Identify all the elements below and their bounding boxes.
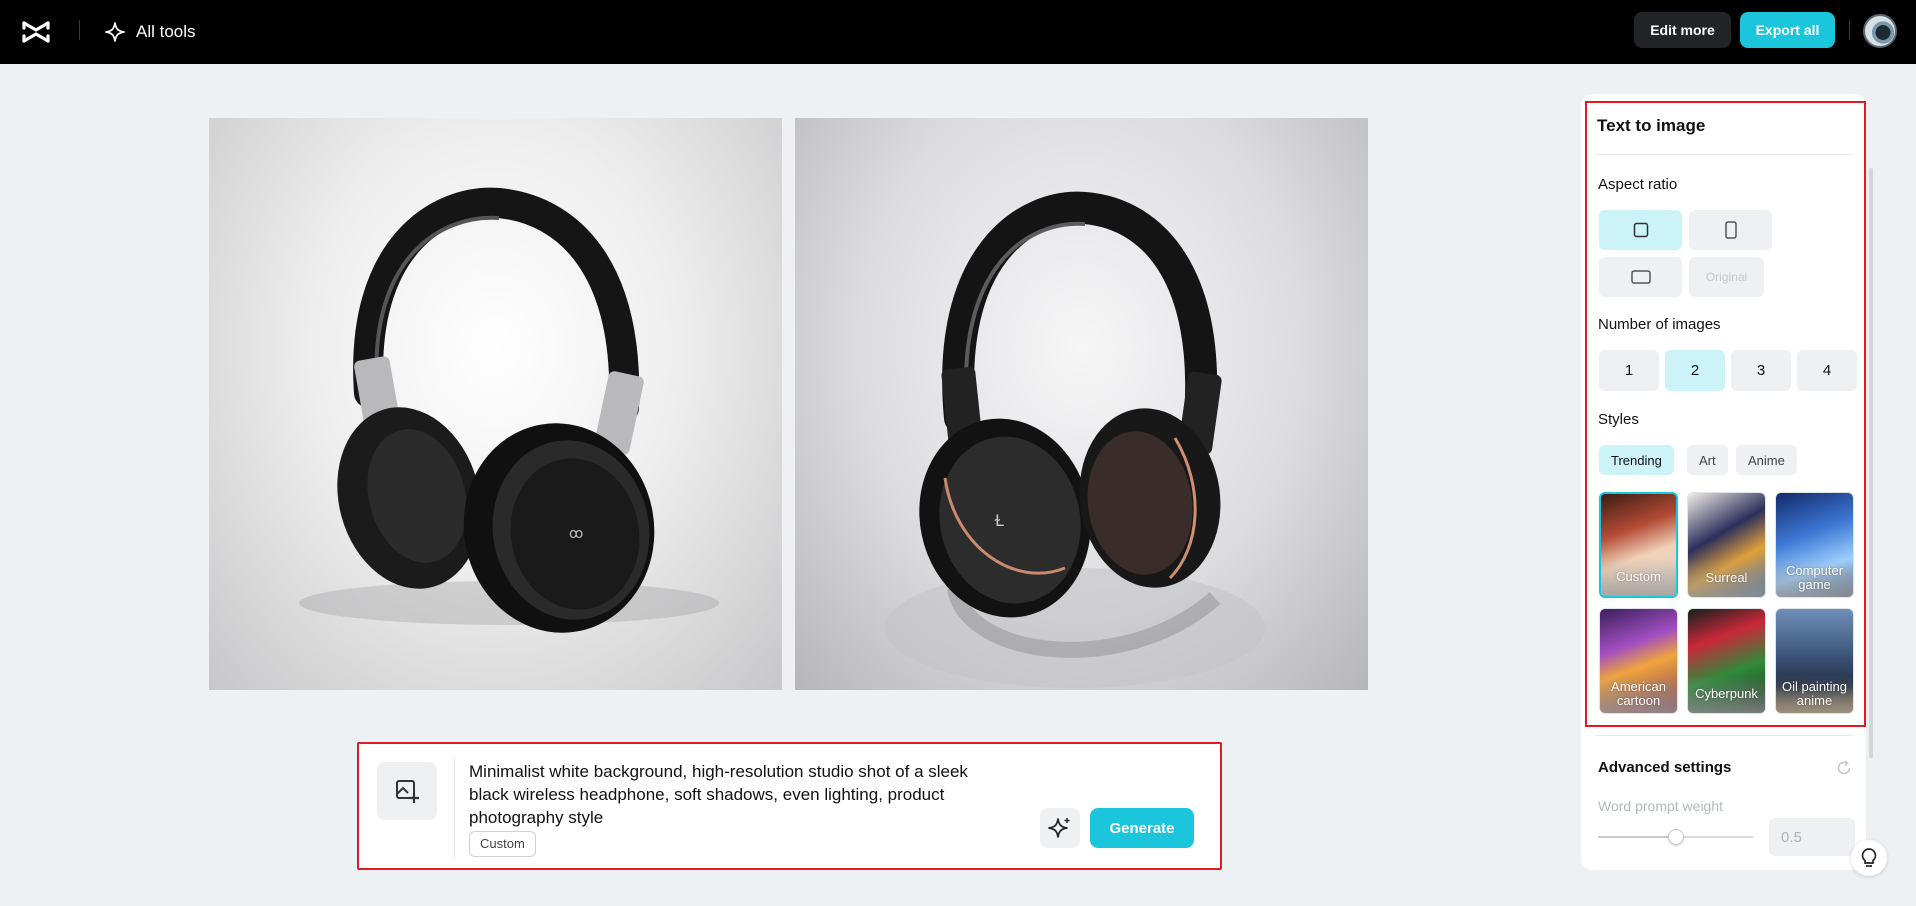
panel-scrollbar[interactable] [1869, 168, 1873, 758]
aspect-original-button[interactable]: Original [1689, 257, 1764, 297]
portrait-ratio-icon [1724, 221, 1737, 239]
style-cyberpunk[interactable]: Cyberpunk [1687, 608, 1766, 714]
style-cyberpunk-label: Cyberpunk [1688, 675, 1765, 713]
count-1-button[interactable]: 1 [1599, 350, 1659, 391]
aspect-portrait-button[interactable] [1689, 210, 1772, 250]
landscape-ratio-icon [1630, 270, 1651, 284]
style-surreal[interactable]: Surreal [1687, 492, 1766, 598]
tips-button[interactable] [1851, 840, 1887, 876]
advanced-settings-label: Advanced settings [1598, 759, 1732, 776]
all-tools-button[interactable]: All tools [104, 16, 196, 48]
style-custom-label: Custom [1601, 558, 1676, 596]
divider [79, 20, 80, 40]
headphones-image: ꝏ [299, 187, 719, 633]
style-chip[interactable]: Custom [469, 831, 536, 857]
number-of-images-label: Number of images [1598, 316, 1721, 333]
count-2-button[interactable]: 2 [1665, 350, 1725, 391]
style-computer-game-label: Computer game [1776, 559, 1853, 597]
text-to-image-panel: Text to image Aspect ratio Original Numb… [1581, 94, 1866, 870]
count-4-button[interactable]: 4 [1797, 350, 1857, 391]
top-bar: All tools Edit more Export all [0, 0, 1916, 64]
count-3-button[interactable]: 3 [1731, 350, 1791, 391]
aspect-landscape-button[interactable] [1599, 257, 1682, 297]
style-surreal-label: Surreal [1688, 559, 1765, 597]
capcut-logo[interactable] [20, 16, 52, 48]
styles-label: Styles [1598, 411, 1639, 428]
slider-handle[interactable] [1667, 829, 1684, 845]
sparkle-icon [105, 22, 125, 42]
edit-more-button[interactable]: Edit more [1634, 12, 1731, 48]
word-prompt-weight-label: Word prompt weight [1598, 798, 1724, 814]
export-all-button[interactable]: Export all [1740, 12, 1835, 48]
panel-title: Text to image [1597, 116, 1706, 135]
divider [454, 758, 455, 858]
reset-icon[interactable] [1834, 758, 1854, 778]
headphones-image: Ɫ [885, 191, 1265, 688]
divider [1595, 735, 1853, 736]
tab-anime[interactable]: Anime [1736, 445, 1797, 475]
aspect-ratio-label: Aspect ratio [1598, 176, 1678, 193]
style-american-cartoon[interactable]: American cartoon [1599, 608, 1678, 714]
style-american-cartoon-label: American cartoon [1600, 675, 1677, 713]
tab-trending[interactable]: Trending [1599, 445, 1674, 475]
divider [1849, 20, 1850, 40]
original-label: Original [1705, 270, 1748, 284]
generated-image-1[interactable]: ꝏ [209, 118, 782, 690]
all-tools-label: All tools [136, 22, 196, 41]
divider [1595, 154, 1853, 155]
style-computer-game[interactable]: Computer game [1775, 492, 1854, 598]
square-ratio-icon [1633, 222, 1648, 238]
generated-image-2[interactable]: Ɫ [795, 118, 1368, 690]
magic-sparkle-icon [1048, 818, 1070, 838]
lightbulb-icon [1861, 848, 1877, 867]
slider-fill [1598, 836, 1676, 838]
svg-text:ꝏ: ꝏ [569, 526, 583, 542]
add-image-icon [396, 780, 419, 803]
add-image-button[interactable] [377, 762, 437, 820]
generate-button[interactable]: Generate [1090, 808, 1194, 848]
style-oil-painting-anime-label: Oil painting anime [1776, 675, 1853, 713]
word-prompt-weight-slider[interactable] [1598, 829, 1753, 845]
prompt-bar: Minimalist white background, high-resolu… [357, 742, 1222, 870]
svg-text:Ɫ: Ɫ [994, 511, 1004, 530]
prompt-input[interactable]: Minimalist white background, high-resolu… [469, 760, 999, 829]
word-prompt-weight-input[interactable] [1769, 818, 1855, 856]
aspect-square-button[interactable] [1599, 210, 1682, 250]
tab-art[interactable]: Art [1687, 445, 1728, 475]
style-custom[interactable]: Custom [1599, 492, 1678, 598]
avatar[interactable] [1863, 14, 1897, 48]
style-oil-painting-anime[interactable]: Oil painting anime [1775, 608, 1854, 714]
enhance-prompt-button[interactable] [1040, 808, 1080, 848]
